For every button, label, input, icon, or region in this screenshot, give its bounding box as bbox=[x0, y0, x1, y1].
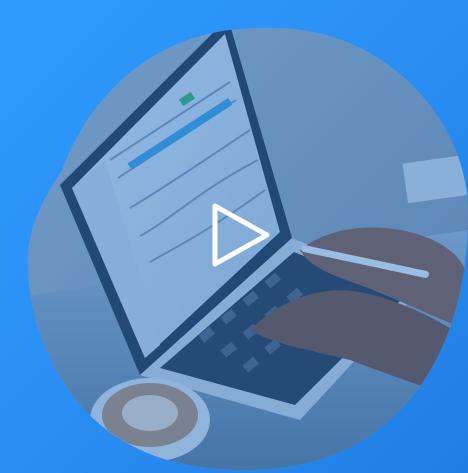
play-triangle-icon[interactable] bbox=[205, 200, 275, 270]
video-card bbox=[0, 0, 468, 473]
